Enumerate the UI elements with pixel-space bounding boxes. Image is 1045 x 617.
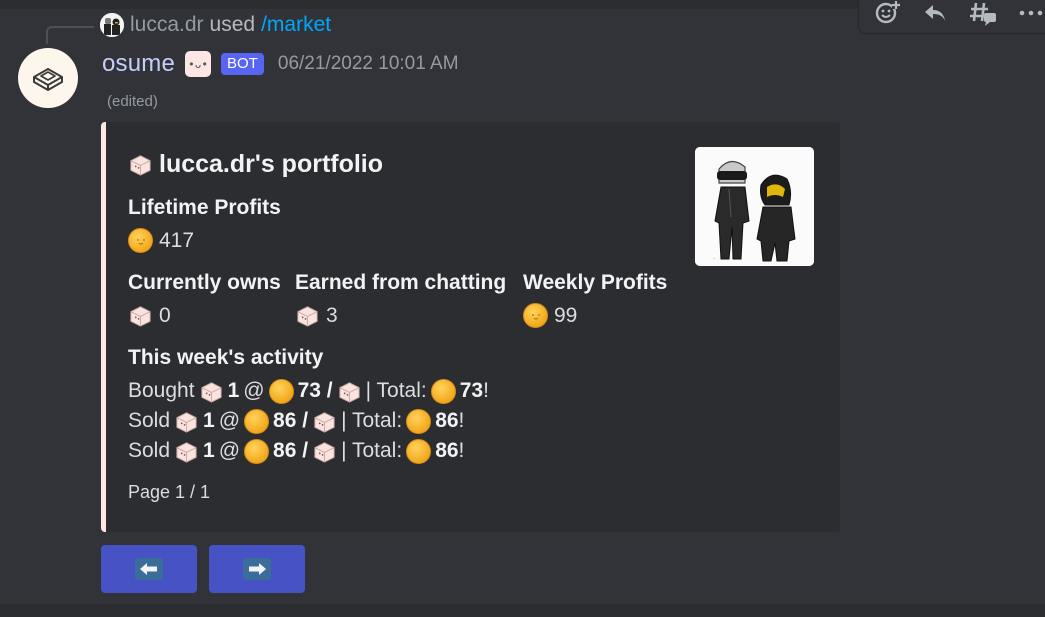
command-reference[interactable]: lucca.dr used /market [100, 12, 331, 38]
activity-qty: 1 [203, 409, 215, 432]
activity-qty: 1 [227, 379, 240, 402]
bot-avatar[interactable] [18, 48, 78, 108]
lifetime-profits-amount: 417 [159, 228, 195, 252]
activity-total: 73 [459, 379, 484, 402]
bottom-divider [0, 604, 1045, 617]
previous-page-button[interactable] [101, 545, 197, 593]
activity-end: ! [458, 409, 465, 432]
activity-at: @ [243, 379, 265, 402]
activity-price: 86 / [273, 439, 309, 462]
edited-label[interactable]: (edited) [107, 93, 158, 110]
add-reaction-icon[interactable] [867, 0, 907, 29]
invoker-username[interactable]: lucca.dr [130, 13, 204, 37]
more-icon[interactable] [1011, 0, 1045, 29]
activity-qty: 1 [203, 439, 215, 462]
bot-tag: BOT [221, 53, 264, 75]
reply-used-text: used [209, 13, 256, 36]
earned-from-chatting-label: Earned from chatting [295, 271, 507, 294]
activity-total-label: | Total: [365, 379, 427, 402]
keycap-emoji [295, 303, 320, 328]
coin-emoji [406, 408, 432, 434]
activity-total: 86 [435, 409, 459, 432]
keycap-emoji [312, 409, 337, 434]
activity-heading: This week's activity [128, 346, 324, 369]
keycap-face-emoji: •ᴗ• [185, 51, 212, 77]
activity-total-label: | Total: [341, 409, 403, 432]
command-name[interactable]: /market [261, 13, 331, 37]
lifetime-profits-value: 417 [128, 228, 194, 253]
reply-spine [46, 26, 94, 44]
keycap-emoji [174, 439, 199, 464]
weekly-profits-amount: 99 [554, 303, 578, 327]
bot-username[interactable]: osume [102, 50, 175, 78]
currently-owns-label: Currently owns [128, 271, 281, 294]
coin-emoji [523, 303, 548, 328]
embed-title-text: lucca.dr's portfolio [159, 150, 384, 178]
earned-from-chatting-amount: 3 [326, 303, 338, 327]
keycap-emoji [312, 439, 337, 464]
embed-title: lucca.dr's portfolio [128, 150, 383, 179]
currently-owns-value: 0 [128, 303, 171, 328]
activity-end: ! [458, 439, 465, 462]
activity-action: Bought [128, 379, 195, 402]
currently-owns-amount: 0 [159, 303, 171, 327]
activity-action: Sold [128, 439, 171, 462]
reply-icon[interactable] [915, 0, 955, 29]
coin-emoji [244, 408, 270, 434]
weekly-profits-value: 99 [523, 303, 577, 328]
activity-price: 86 / [273, 409, 309, 432]
coin-emoji [244, 438, 270, 464]
left-arrow-icon [135, 558, 163, 580]
activity-line: Bought 1 @ 73 / | Total: 73! [128, 376, 489, 406]
right-arrow-icon [243, 558, 271, 580]
activity-total-label: | Total: [341, 439, 403, 462]
activity-end: ! [483, 379, 489, 402]
coin-emoji [128, 228, 153, 253]
portfolio-embed: lucca.dr's portfolio ~ Lifetime Profits … [101, 122, 840, 532]
activity-action: Sold [128, 409, 171, 432]
activity-at: @ [218, 439, 241, 462]
keycap-emoji [128, 152, 153, 177]
embed-thumbnail[interactable]: ~ [695, 147, 814, 266]
next-page-button[interactable] [209, 545, 305, 593]
coin-emoji [268, 378, 294, 404]
keycap-emoji [199, 379, 224, 404]
coin-emoji [406, 438, 432, 464]
invoker-avatar[interactable] [100, 13, 124, 37]
create-thread-icon[interactable] [963, 0, 1003, 29]
activity-line: Sold 1 @ 86 / | Total: 86! [128, 406, 464, 436]
weekly-profits-label: Weekly Profits [523, 271, 668, 294]
message-toolbar [858, 0, 1045, 34]
keycap-emoji [128, 303, 153, 328]
activity-total: 86 [435, 439, 459, 462]
activity-line: Sold 1 @ 86 / | Total: 86! [128, 436, 464, 466]
message-header: osume •ᴗ• BOT 06/21/2022 10:01 AM [102, 48, 459, 80]
message-timestamp[interactable]: 06/21/2022 10:01 AM [278, 53, 459, 75]
earned-from-chatting-value: 3 [295, 303, 338, 328]
coin-emoji [430, 378, 456, 404]
lifetime-profits-label: Lifetime Profits [128, 196, 281, 219]
keycap-emoji [337, 379, 362, 404]
keycap-emoji [174, 409, 199, 434]
activity-at: @ [218, 409, 241, 432]
activity-price: 73 / [297, 379, 333, 402]
embed-footer: Page 1 / 1 [128, 482, 211, 502]
